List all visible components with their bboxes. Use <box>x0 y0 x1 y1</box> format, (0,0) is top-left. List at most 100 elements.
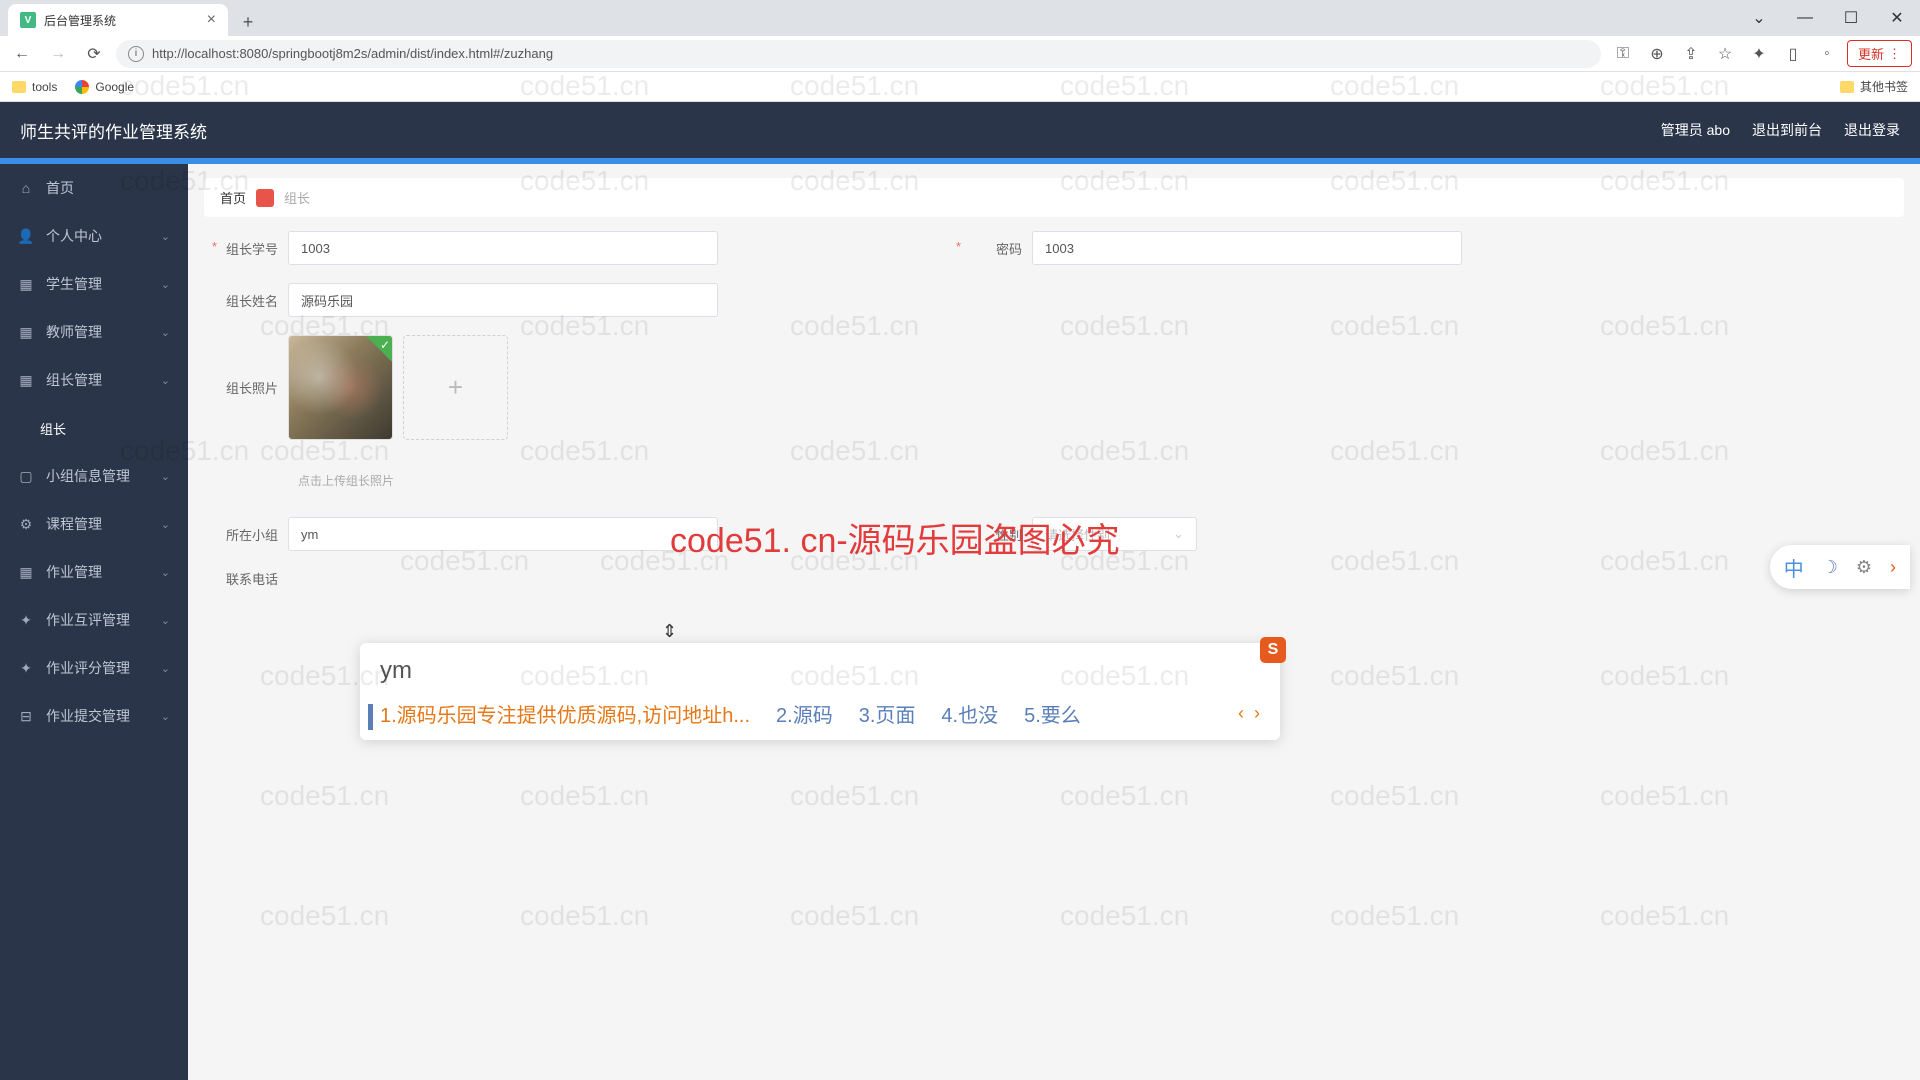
ime-candidate-popup: S ym 1.源码乐园专注提供优质源码,访问地址h... 2.源码 3.页面 4… <box>360 643 1280 740</box>
extensions-icon[interactable]: ✦ <box>1745 40 1773 68</box>
maximize-icon[interactable]: ☐ <box>1828 0 1874 36</box>
google-icon <box>75 80 89 94</box>
forward-button[interactable]: → <box>44 40 72 68</box>
user-label[interactable]: 管理员 abo <box>1661 120 1730 140</box>
sidebar-item-students[interactable]: ▦ 学生管理 ⌄ <box>0 260 188 308</box>
sidebar-item-peer-review[interactable]: ✦ 作业互评管理 ⌄ <box>0 596 188 644</box>
breadcrumb: 首页 组长 <box>204 178 1904 217</box>
sidebar-item-courses[interactable]: ⚙ 课程管理 ⌄ <box>0 500 188 548</box>
input-name[interactable] <box>288 283 718 317</box>
ime-candidate-3[interactable]: 3.页面 <box>859 699 916 728</box>
photo-thumbnail[interactable] <box>288 335 393 440</box>
ime-lang-toggle[interactable]: 中 <box>1784 553 1804 582</box>
url-text: http://localhost:8080/springbootj8m2s/ad… <box>152 46 553 61</box>
address-bar[interactable]: i http://localhost:8080/springbootj8m2s/… <box>116 40 1601 68</box>
label-student-id: 组长学号 <box>204 239 288 258</box>
label-name: 组长姓名 <box>204 291 288 310</box>
bookmark-google[interactable]: Google <box>75 80 134 94</box>
sidebar-item-home[interactable]: ⌂ 首页 <box>0 164 188 212</box>
sidebar-item-leaders[interactable]: ▦ 组长管理 ⌄ <box>0 356 188 404</box>
ime-settings-icon[interactable]: ⚙ <box>1856 557 1872 578</box>
ime-next-icon[interactable]: › <box>1254 703 1260 724</box>
breadcrumb-sep-icon <box>256 189 274 207</box>
close-window-icon[interactable]: ✕ <box>1874 0 1920 36</box>
new-tab-button[interactable]: + <box>234 8 262 36</box>
photo-hint: 点击上传组长照片 <box>298 472 1904 489</box>
browser-tab[interactable]: V 后台管理系统 × <box>8 4 228 36</box>
folder-icon <box>12 81 26 93</box>
chevron-down-icon: ⌄ <box>1173 526 1184 542</box>
ime-moon-icon[interactable]: ☽ <box>1822 557 1838 578</box>
key-icon[interactable]: ⚿ <box>1609 40 1637 68</box>
doc-icon: ▢ <box>18 468 34 484</box>
sidebar-item-submission[interactable]: ⊟ 作业提交管理 ⌄ <box>0 692 188 740</box>
sidepanel-icon[interactable]: ▯ <box>1779 40 1807 68</box>
star-icon: ✦ <box>18 660 34 676</box>
chevron-down-icon: ⌄ <box>161 566 170 579</box>
sidebar-item-profile[interactable]: 👤 个人中心 ⌄ <box>0 212 188 260</box>
ime-indicator-bar <box>368 704 373 730</box>
sidebar-item-teachers[interactable]: ▦ 教师管理 ⌄ <box>0 308 188 356</box>
main-content: 首页 组长 组长学号 密码 组长姓名 <box>188 164 1920 1080</box>
sidebar-subitem-leader[interactable]: 组长 <box>0 404 188 452</box>
ime-expand-icon[interactable]: › <box>1890 557 1896 578</box>
share-icon[interactable]: ⇪ <box>1677 40 1705 68</box>
label-photo: 组长照片 <box>204 378 288 397</box>
logout-link[interactable]: 退出登录 <box>1844 120 1900 140</box>
sidebar-item-grading[interactable]: ✦ 作业评分管理 ⌄ <box>0 644 188 692</box>
user-icon: 👤 <box>18 228 34 244</box>
breadcrumb-current: 组长 <box>284 188 310 207</box>
check-icon <box>366 336 392 362</box>
star-icon: ✦ <box>18 612 34 628</box>
label-gender: 性别 <box>948 525 1032 544</box>
grid-icon: ▦ <box>18 564 34 580</box>
ime-candidate-1[interactable]: 1.源码乐园专注提供优质源码,访问地址h... <box>380 699 750 728</box>
chevron-down-icon: ⌄ <box>161 518 170 531</box>
bookmark-tools[interactable]: tools <box>12 80 57 94</box>
bookmark-other[interactable]: 其他书签 <box>1840 78 1908 95</box>
chevron-down-icon: ⌄ <box>161 710 170 723</box>
ime-candidate-2[interactable]: 2.源码 <box>776 699 833 728</box>
ime-toolbar[interactable]: 中 ☽ ⚙ › <box>1770 545 1910 589</box>
input-student-id[interactable] <box>288 231 718 265</box>
label-password: 密码 <box>948 239 1032 258</box>
label-phone: 联系电话 <box>204 569 288 588</box>
sidebar-item-groups[interactable]: ▢ 小组信息管理 ⌄ <box>0 452 188 500</box>
list-icon: ▦ <box>18 276 34 292</box>
add-photo-button[interactable]: + <box>403 335 508 440</box>
ime-candidate-5[interactable]: 5.要么 <box>1024 699 1081 728</box>
app-topbar: 师生共评的作业管理系统 管理员 abo 退出到前台 退出登录 <box>0 102 1920 158</box>
home-icon: ⌂ <box>18 180 34 196</box>
chevron-down-icon: ⌄ <box>161 662 170 675</box>
sidebar: ⌂ 首页 👤 个人中心 ⌄ ▦ 学生管理 ⌄ ▦ 教师管理 ⌄ ▦ 组长管理 <box>0 164 188 1080</box>
select-gender[interactable]: 请选择性别 ⌄ <box>1032 517 1197 551</box>
chevron-down-icon: ⌄ <box>161 470 170 483</box>
app-title: 师生共评的作业管理系统 <box>20 118 207 143</box>
grid-icon: ▦ <box>18 324 34 340</box>
to-front-link[interactable]: 退出到前台 <box>1752 120 1822 140</box>
breadcrumb-home[interactable]: 首页 <box>220 188 246 207</box>
grid-icon: ▦ <box>18 372 34 388</box>
bookmarks-bar: tools Google 其他书签 <box>0 72 1920 102</box>
bookmark-star-icon[interactable]: ☆ <box>1711 40 1739 68</box>
sidebar-item-assignments[interactable]: ▦ 作业管理 ⌄ <box>0 548 188 596</box>
ime-typed-text: ym <box>380 657 1260 685</box>
back-button[interactable]: ← <box>8 40 36 68</box>
reload-button[interactable]: ⟳ <box>80 40 108 68</box>
browser-tab-strip: V 后台管理系统 × + ⌄ — ☐ ✕ <box>0 0 1920 36</box>
profile-icon[interactable]: ◦ <box>1813 40 1841 68</box>
ime-candidate-4[interactable]: 4.也没 <box>941 699 998 728</box>
input-group[interactable] <box>288 517 718 551</box>
window-dropdown-icon[interactable]: ⌄ <box>1736 0 1782 36</box>
chevron-down-icon: ⌄ <box>161 374 170 387</box>
browser-toolbar: ← → ⟳ i http://localhost:8080/springboot… <box>0 36 1920 72</box>
label-group: 所在小组 <box>204 525 288 544</box>
input-password[interactable] <box>1032 231 1462 265</box>
update-button[interactable]: 更新⋮ <box>1847 40 1912 67</box>
site-info-icon[interactable]: i <box>128 46 144 62</box>
zoom-icon[interactable]: ⊕ <box>1643 40 1671 68</box>
close-tab-icon[interactable]: × <box>207 11 216 29</box>
chevron-down-icon: ⌄ <box>161 278 170 291</box>
minimize-icon[interactable]: — <box>1782 0 1828 36</box>
ime-prev-icon[interactable]: ‹ <box>1238 703 1244 724</box>
